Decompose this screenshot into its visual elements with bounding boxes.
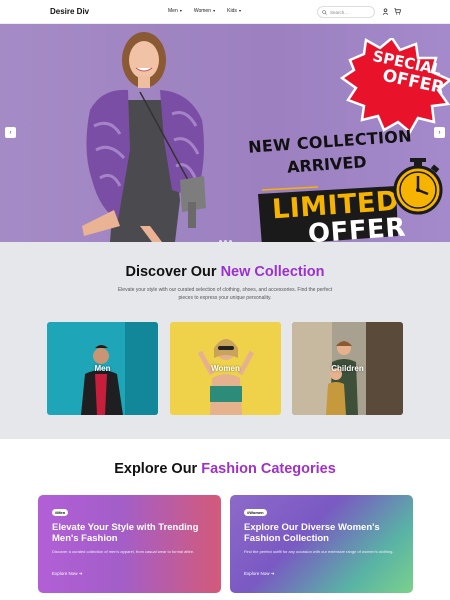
category-card-women[interactable]: Women bbox=[170, 322, 281, 415]
menu-item-kids[interactable]: Kids ▾ bbox=[227, 8, 241, 14]
card-tag: #Women bbox=[244, 509, 267, 516]
category-label: Children bbox=[331, 364, 364, 373]
title-plain: Discover Our bbox=[125, 264, 221, 280]
chevron-down-icon: ▾ bbox=[237, 8, 241, 13]
top-nav: Desire Div Men ▾ Women ▾ Kids ▾ Search..… bbox=[0, 0, 450, 24]
card-tag: #Men bbox=[52, 509, 69, 516]
card-description: Discover a curated collection of men's a… bbox=[52, 549, 195, 554]
explore-now-link[interactable]: Explore Now ➜ bbox=[244, 571, 275, 577]
card-title: Elevate Your Style with Trending Men's F… bbox=[52, 522, 199, 544]
user-icon[interactable] bbox=[382, 8, 389, 15]
new-collection-section: Discover Our New Collection Elevate your… bbox=[0, 242, 450, 439]
explore-now-link[interactable]: Explore Now ➜ bbox=[52, 571, 83, 577]
category-card-children[interactable]: Children bbox=[292, 322, 403, 415]
new-collection-headline: NEW COLLECTION bbox=[247, 126, 413, 157]
model-image bbox=[82, 32, 206, 242]
category-card-men[interactable]: Men bbox=[47, 322, 158, 415]
card-description: Find the perfect outfit for any occasion… bbox=[244, 549, 394, 554]
fashion-categories-section: Explore Our Fashion Categories #Men Elev… bbox=[0, 439, 450, 600]
cart-icon[interactable] bbox=[394, 8, 401, 15]
link-label: Explore Now bbox=[244, 571, 270, 576]
fashion-card-men[interactable]: #Men Elevate Your Style with Trending Me… bbox=[38, 495, 221, 593]
chevron-down-icon: ▾ bbox=[212, 8, 216, 13]
menu-label: Kids bbox=[227, 8, 237, 14]
search-icon bbox=[322, 9, 327, 15]
section-subtitle: Elevate your style with our curated sele… bbox=[117, 287, 333, 301]
carousel-prev-button[interactable]: ‹ bbox=[5, 127, 16, 138]
brand-logo[interactable]: Desire Div bbox=[50, 7, 89, 16]
section-title: Discover Our New Collection bbox=[0, 264, 450, 280]
arrow-right-icon: ➜ bbox=[270, 571, 275, 576]
menu-label: Men bbox=[168, 8, 178, 14]
menu-label: Women bbox=[193, 8, 211, 14]
chevron-left-icon: ‹ bbox=[9, 129, 12, 136]
arrow-right-icon: ➜ bbox=[78, 571, 83, 576]
title-accent: Fashion Categories bbox=[201, 461, 336, 477]
search-placeholder: Search... bbox=[330, 9, 349, 15]
clock-icon bbox=[393, 158, 443, 215]
arrived-headline: ARRIVED bbox=[286, 152, 368, 177]
category-label: Men bbox=[94, 364, 111, 373]
category-label: Women bbox=[211, 364, 240, 373]
menu-item-women[interactable]: Women ▾ bbox=[194, 8, 215, 14]
title-accent: New Collection bbox=[220, 264, 325, 280]
search-input[interactable]: Search... bbox=[317, 6, 375, 18]
chevron-down-icon: ▾ bbox=[178, 8, 182, 13]
title-plain: Explore Our bbox=[114, 461, 202, 477]
main-menu: Men ▾ Women ▾ Kids ▾ bbox=[168, 8, 241, 14]
menu-item-men[interactable]: Men ▾ bbox=[168, 8, 182, 14]
card-title: Explore Our Diverse Women's Fashion Coll… bbox=[244, 522, 380, 544]
link-label: Explore Now bbox=[52, 571, 78, 576]
hero-banner: ‹ › SPECIAL OFFER NEW COLLECTION ARRIVED… bbox=[0, 24, 450, 242]
fashion-card-women[interactable]: #Women Explore Our Diverse Women's Fashi… bbox=[230, 495, 413, 593]
section-title: Explore Our Fashion Categories bbox=[0, 461, 450, 477]
